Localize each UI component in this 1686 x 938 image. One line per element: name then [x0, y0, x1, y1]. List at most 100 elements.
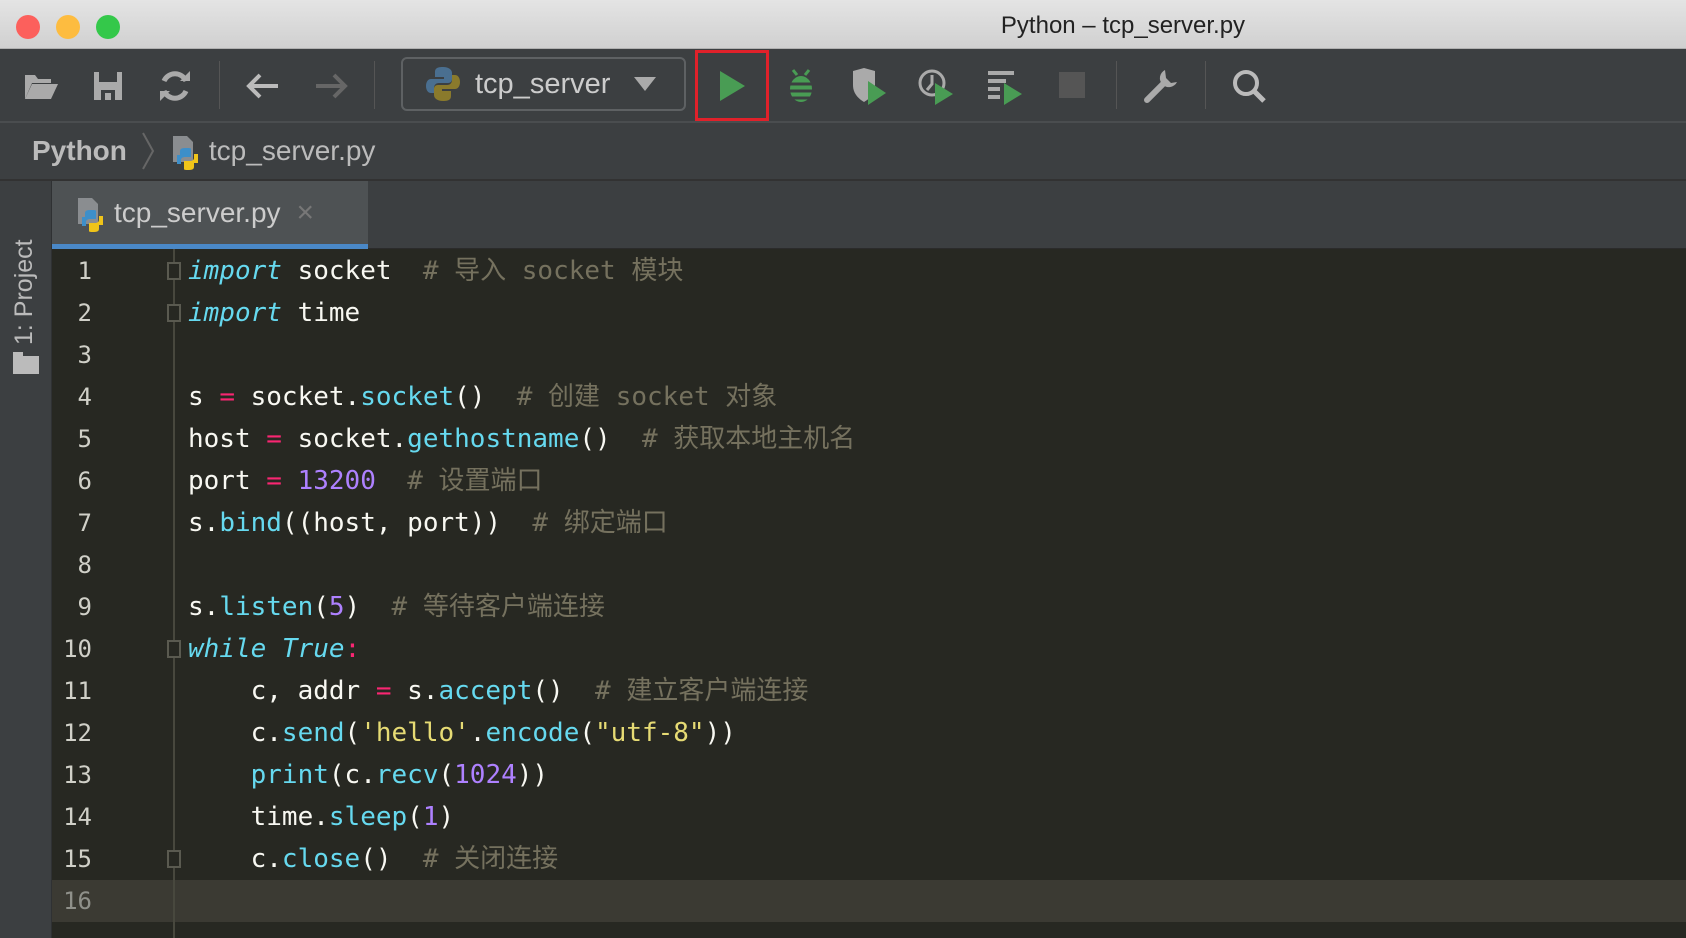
line-number: 10 — [63, 635, 92, 663]
back-icon[interactable] — [240, 65, 284, 107]
code-token: port — [188, 466, 267, 496]
coverage-icon[interactable] — [847, 65, 891, 107]
code-token: )) — [516, 760, 549, 790]
line-number: 12 — [63, 719, 92, 747]
forward-icon[interactable] — [310, 65, 354, 107]
code-token: # 获取本地主机名 — [641, 424, 856, 454]
search-icon[interactable] — [1227, 65, 1271, 107]
code-token: send — [281, 718, 345, 748]
code-token: ( — [344, 718, 361, 748]
code-token: () — [532, 676, 596, 706]
run-icon[interactable] — [710, 65, 754, 107]
code-token: = — [266, 424, 282, 454]
close-tab-icon[interactable]: × — [297, 196, 315, 230]
line-number: 16 — [63, 887, 92, 915]
tab-tcp-server[interactable]: tcp_server.py × — [52, 181, 368, 249]
code-token: recv — [375, 760, 439, 790]
code-token: bind — [219, 508, 282, 538]
settings-icon[interactable] — [1139, 65, 1183, 107]
concurrency-icon[interactable] — [983, 65, 1027, 107]
code-editor[interactable]: 1 import socket # 导入 socket 模块 2 import tim… — [52, 249, 1686, 938]
code-token: socket — [281, 256, 423, 286]
toolbar: tcp_server — [0, 49, 1686, 123]
code-line: c, addr = s.accept() # 建立客户端连接 — [188, 670, 809, 712]
code-token: import — [188, 256, 282, 286]
code-token: 'hello' — [360, 718, 470, 748]
code-token: s. — [188, 508, 220, 538]
code-line: s.listen(5) # 等待客户端连接 — [188, 586, 605, 628]
project-label: 1: Project — [10, 239, 38, 345]
code-token: () — [360, 844, 423, 874]
line-number: 13 — [63, 761, 92, 789]
profile-icon[interactable] — [914, 65, 958, 107]
code-token: gethostname — [407, 424, 580, 454]
code-line: c.close() # 关闭连接 — [188, 838, 559, 880]
line-number: 4 — [77, 383, 92, 411]
code-token: encode — [485, 718, 580, 748]
line-number: 2 — [77, 299, 92, 327]
code-token: True — [281, 634, 345, 664]
fold-marker-icon[interactable] — [167, 640, 181, 658]
save-icon[interactable] — [86, 65, 130, 107]
stop-icon[interactable] — [1051, 65, 1095, 107]
python-file-icon — [76, 196, 106, 232]
tab-label: tcp_server.py — [114, 196, 281, 228]
code-token: socket — [360, 382, 455, 412]
line-number: 9 — [77, 593, 92, 621]
code-token: 1 — [422, 802, 439, 832]
code-token: s — [188, 382, 220, 412]
python-icon — [426, 67, 460, 101]
code-token: # 导入 socket 模块 — [422, 256, 684, 286]
fold-marker-icon[interactable] — [167, 262, 181, 280]
code-token: 5 — [328, 592, 345, 622]
sync-icon[interactable] — [153, 65, 197, 107]
current-line-highlight — [52, 880, 1686, 922]
code-token: ( — [579, 718, 596, 748]
fold-marker-icon[interactable] — [167, 850, 181, 868]
breadcrumb: Python tcp_server.py — [0, 123, 1686, 181]
fold-gutter-line — [173, 249, 175, 938]
open-icon[interactable] — [19, 65, 63, 107]
code-line: port = 13200 # 设置端口 — [188, 460, 543, 502]
code-line: while True: — [188, 628, 360, 670]
line-number: 5 — [77, 425, 92, 453]
breadcrumb-file[interactable]: tcp_server.py — [209, 135, 376, 167]
breadcrumb-project[interactable]: Python — [32, 135, 127, 167]
line-number: 1 — [77, 257, 92, 285]
code-token: # 绑定端口 — [532, 508, 668, 538]
code-token: # 等待客户端连接 — [391, 592, 605, 622]
code-token: s. — [188, 592, 220, 622]
code-token: 13200 — [297, 466, 376, 496]
code-token: # 建立客户端连接 — [595, 676, 809, 706]
fold-marker-icon[interactable] — [167, 304, 181, 322]
run-configuration-dropdown[interactable]: tcp_server — [401, 57, 686, 111]
code-token: close — [281, 844, 361, 874]
run-configuration-label: tcp_server — [475, 67, 611, 100]
code-token: host — [188, 424, 267, 454]
code-token: = — [266, 466, 282, 496]
code-token: 1024 — [454, 760, 517, 790]
code-token: # 设置端口 — [407, 466, 543, 496]
code-token: c, addr — [188, 676, 376, 706]
code-token: # 创建 socket 对象 — [516, 382, 778, 412]
code-line: host = socket.gethostname() # 获取本地主机名 — [188, 418, 855, 460]
project-tool-window-button[interactable]: 1: Project — [10, 195, 42, 345]
code-line: s.bind((host, port)) # 绑定端口 — [188, 502, 668, 544]
debug-icon[interactable] — [779, 65, 823, 107]
code-token: socket. — [234, 382, 361, 412]
code-token: () — [579, 424, 642, 454]
code-token: time. — [188, 802, 329, 832]
code-token: ( — [407, 802, 423, 832]
code-token: import — [188, 298, 282, 328]
code-token: = — [375, 676, 392, 706]
code-token: ( — [438, 760, 455, 790]
code-token: time — [281, 298, 361, 328]
code-token: # 关闭连接 — [422, 844, 559, 874]
code-token: listen — [219, 592, 314, 622]
code-token: (c. — [328, 760, 376, 790]
code-token: ((host, port)) — [281, 508, 533, 538]
title-bar: Python – tcp_server.py — [0, 0, 1686, 49]
